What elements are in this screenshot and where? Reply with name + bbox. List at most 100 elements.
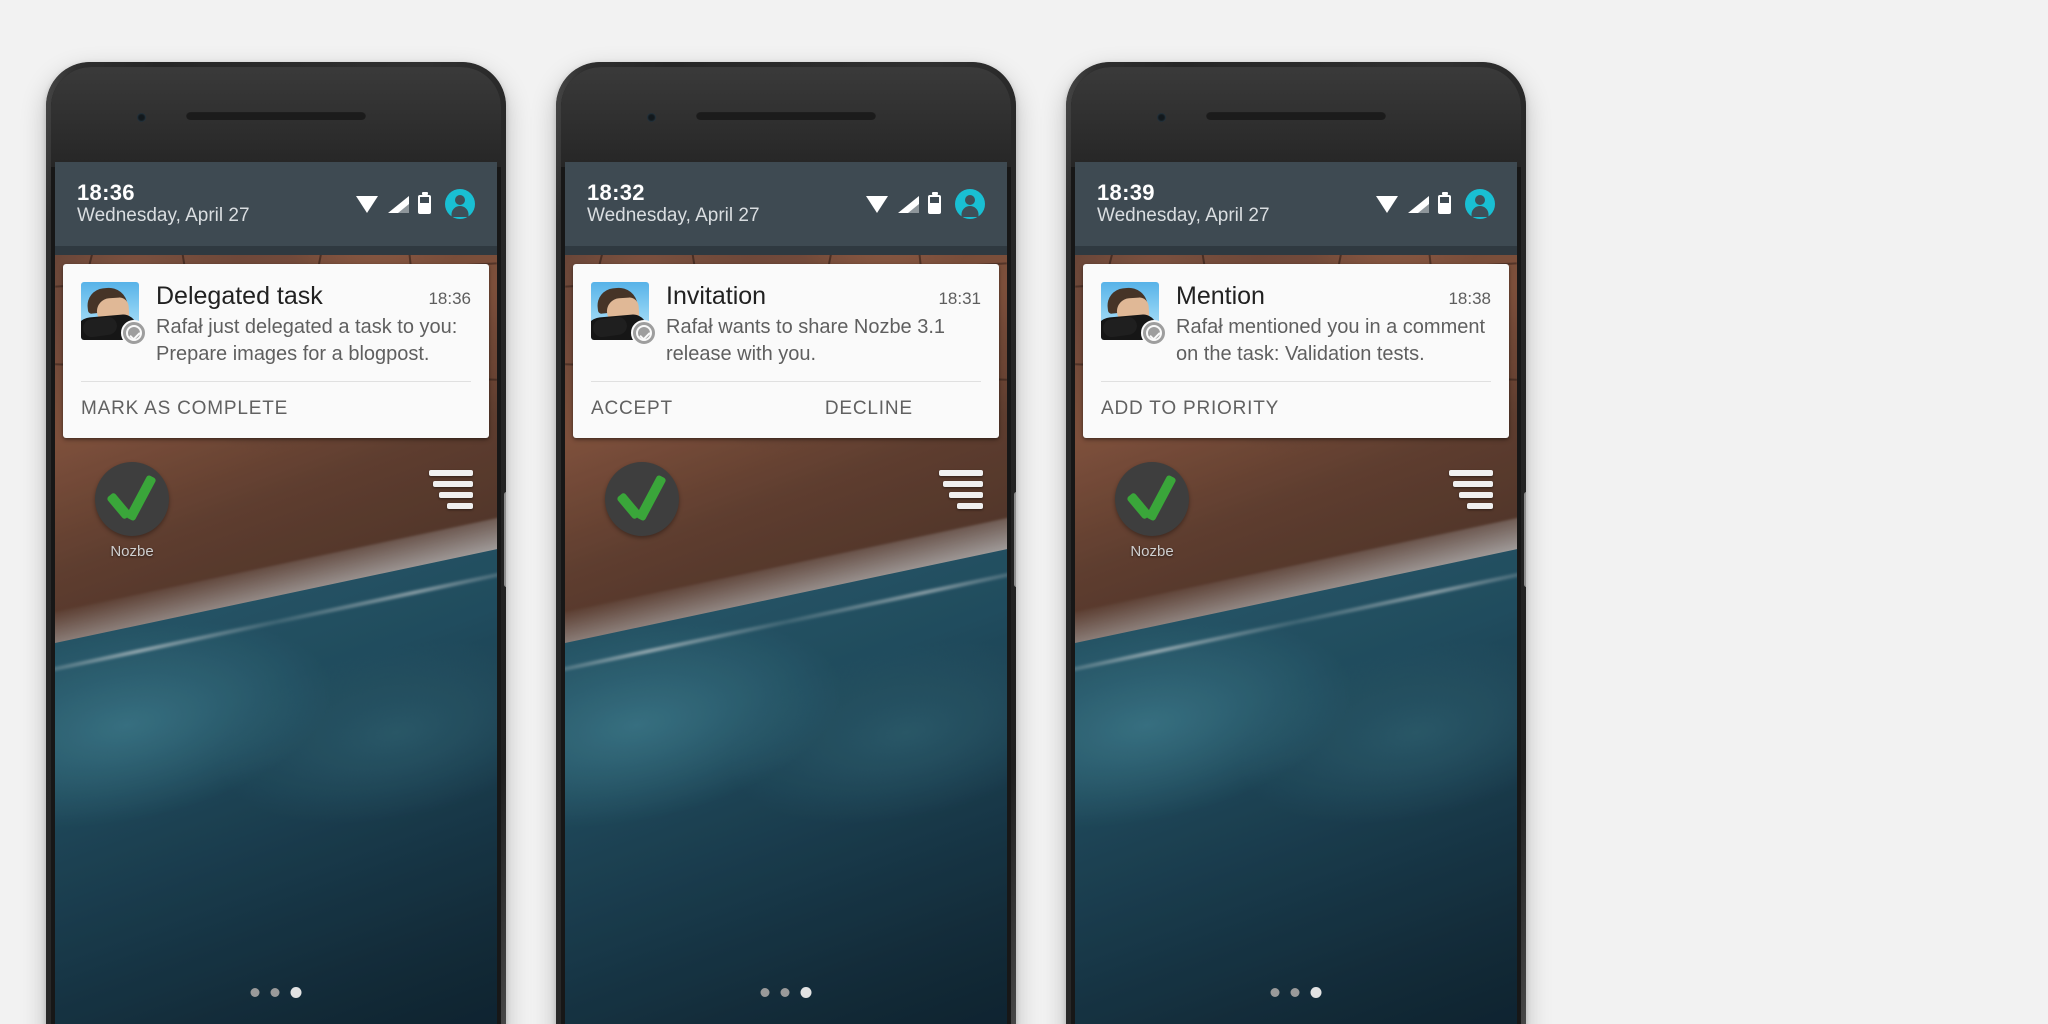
power-button[interactable] — [1014, 492, 1016, 587]
notification-content: Invitation 18:31 Rafał wants to share No… — [573, 264, 999, 381]
phone-device-2: Nozbe 18:32 Wednesday, April 27 — [556, 62, 1016, 1024]
nozbe-check-icon — [1115, 462, 1189, 536]
notification-actions: ADD TO PRIORITY — [1083, 382, 1509, 438]
notification-header: Invitation 18:31 — [666, 282, 981, 310]
notification-content: Mention 18:38 Rafał mentioned you in a c… — [1083, 264, 1509, 381]
power-button[interactable] — [1524, 492, 1526, 587]
clock-block: 18:36 Wednesday, April 27 — [77, 181, 250, 227]
home-page-indicator — [760, 987, 812, 998]
avatar — [81, 282, 147, 346]
notification-actions: MARK AS COMPLETE — [63, 382, 489, 438]
page-dot[interactable] — [1290, 988, 1300, 997]
app-icon-nozbe[interactable]: Nozbe — [93, 462, 171, 560]
app-icon-nozbe[interactable]: Nozbe — [1113, 462, 1191, 560]
app-icon-label: Nozbe — [1130, 543, 1174, 560]
wifi-icon — [356, 195, 379, 213]
notification-card-2[interactable]: Invitation 18:31 Rafał wants to share No… — [573, 264, 999, 439]
front-camera-icon — [137, 113, 146, 122]
notification-time: 18:31 — [938, 289, 981, 308]
status-bar-2: 18:32 Wednesday, April 27 — [565, 162, 1007, 255]
page-dot[interactable] — [780, 988, 790, 997]
check-circle-icon — [631, 320, 657, 346]
signal-icon — [388, 195, 409, 213]
avatar — [591, 282, 657, 346]
page-dot-active[interactable] — [800, 987, 812, 998]
user-account-icon[interactable] — [1465, 189, 1495, 219]
notification-content: Delegated task 18:36 Rafał just delegate… — [63, 264, 489, 381]
stack-widget-icon[interactable] — [1445, 470, 1493, 509]
phone-screen-1: Nozbe 18:36 Wednesday, April 27 Delegate… — [55, 162, 497, 1024]
nozbe-check-icon — [95, 462, 169, 536]
front-camera-icon — [647, 113, 656, 122]
app-icon-label: Nozbe — [110, 543, 154, 560]
phone-screen-2: Nozbe 18:32 Wednesday, April 27 — [565, 162, 1007, 1024]
notification-text: Invitation 18:31 Rafał wants to share No… — [666, 282, 981, 367]
power-button[interactable] — [504, 492, 506, 587]
clock-block: 18:32 Wednesday, April 27 — [587, 181, 760, 227]
front-camera-icon — [1157, 113, 1166, 122]
check-circle-icon — [121, 320, 147, 346]
earpiece-speaker — [1206, 111, 1386, 120]
notification-text: Delegated task 18:36 Rafał just delegate… — [156, 282, 471, 367]
phone-device-1: Nozbe 18:36 Wednesday, April 27 Delegate… — [46, 62, 506, 1024]
notification-action-button[interactable]: ADD TO PRIORITY — [1101, 398, 1279, 420]
notification-actions: ACCEPT DECLINE — [573, 382, 999, 438]
phone-top-cap — [1071, 67, 1521, 167]
user-account-icon[interactable] — [445, 189, 475, 219]
status-clock: 18:39 — [1097, 180, 1155, 205]
status-bar-3: 18:39 Wednesday, April 27 — [1075, 162, 1517, 255]
phone-top-cap — [561, 67, 1011, 167]
stack-widget-icon[interactable] — [425, 470, 473, 509]
wifi-icon — [1376, 195, 1399, 213]
notification-action-button[interactable]: MARK AS COMPLETE — [81, 398, 288, 420]
page-dot[interactable] — [1270, 988, 1280, 997]
battery-icon — [928, 194, 941, 214]
user-account-icon[interactable] — [955, 189, 985, 219]
notification-card-1[interactable]: Delegated task 18:36 Rafał just delegate… — [63, 264, 489, 439]
battery-icon — [418, 194, 431, 214]
screenshot-stage: Nozbe 18:36 Wednesday, April 27 Delegate… — [0, 0, 2048, 1024]
signal-icon — [1408, 195, 1429, 213]
page-dot-active[interactable] — [290, 987, 302, 998]
system-icons — [866, 189, 985, 219]
notification-header: Delegated task 18:36 — [156, 282, 471, 310]
phone-top-cap — [51, 67, 501, 167]
status-date: Wednesday, April 27 — [1097, 205, 1270, 227]
stack-widget-icon[interactable] — [935, 470, 983, 509]
system-icons — [356, 189, 475, 219]
nozbe-check-icon — [605, 462, 679, 536]
notification-time: 18:38 — [1448, 289, 1491, 308]
notification-card-3[interactable]: Mention 18:38 Rafał mentioned you in a c… — [1083, 264, 1509, 439]
notification-body: Rafał wants to share Nozbe 3.1 release w… — [666, 316, 946, 365]
clock-block: 18:39 Wednesday, April 27 — [1097, 181, 1270, 227]
page-dot-active[interactable] — [1310, 987, 1322, 998]
notification-title: Delegated task — [156, 282, 323, 310]
battery-icon — [1438, 194, 1451, 214]
signal-icon — [898, 195, 919, 213]
notification-time: 18:36 — [428, 289, 471, 308]
notification-action-accept[interactable]: ACCEPT — [591, 398, 673, 420]
check-circle-icon — [1141, 320, 1167, 346]
earpiece-speaker — [186, 111, 366, 120]
earpiece-speaker — [696, 111, 876, 120]
notification-body: Rafał mentioned you in a comment on the … — [1176, 316, 1486, 365]
status-bar-1: 18:36 Wednesday, April 27 — [55, 162, 497, 255]
page-dot[interactable] — [760, 988, 770, 997]
avatar — [1101, 282, 1167, 346]
home-page-indicator — [1270, 987, 1322, 998]
phone-device-3: Nozbe 18:39 Wednesday, April 27 Mention … — [1066, 62, 1526, 1024]
system-icons — [1376, 189, 1495, 219]
page-dot[interactable] — [250, 988, 260, 997]
wifi-icon — [866, 195, 889, 213]
notification-body: Rafał just delegated a task to you: Prep… — [156, 316, 458, 365]
notification-title: Mention — [1176, 282, 1265, 310]
status-clock: 18:32 — [587, 180, 645, 205]
status-date: Wednesday, April 27 — [587, 205, 760, 227]
notification-action-decline[interactable]: DECLINE — [825, 398, 913, 420]
notification-text: Mention 18:38 Rafał mentioned you in a c… — [1176, 282, 1491, 367]
app-icon-nozbe[interactable]: Nozbe — [603, 462, 681, 536]
page-dot[interactable] — [270, 988, 280, 997]
home-page-indicator — [250, 987, 302, 998]
notification-title: Invitation — [666, 282, 767, 310]
status-date: Wednesday, April 27 — [77, 205, 250, 227]
